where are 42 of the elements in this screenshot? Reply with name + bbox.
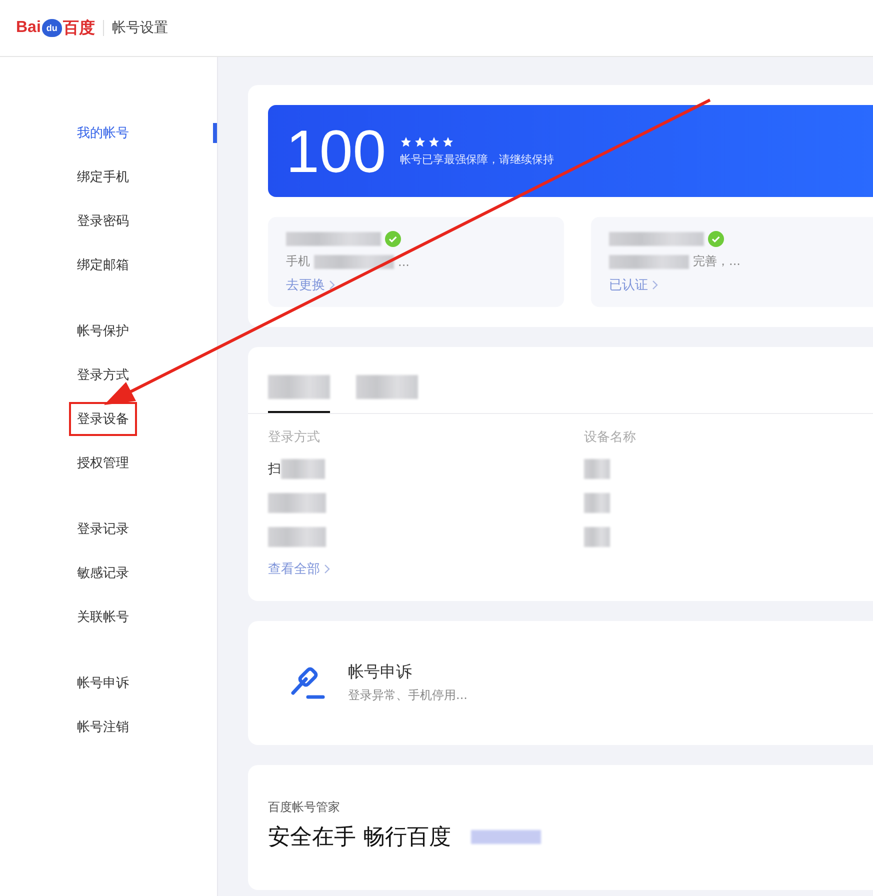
sidebar-item[interactable]: 登录记录 — [77, 520, 129, 538]
tab[interactable] — [268, 375, 330, 413]
security-score: 100 — [286, 116, 386, 186]
column-header: 设备名称 — [584, 429, 637, 446]
blurred-text — [584, 527, 610, 547]
sidebar-item[interactable]: 我的帐号 — [77, 124, 129, 142]
blurred-text — [268, 527, 326, 547]
page-title: 帐号设置 — [112, 19, 168, 37]
star-icon — [414, 136, 426, 148]
sidebar-item[interactable]: 登录密码 — [77, 212, 129, 230]
blurred-text — [281, 459, 325, 479]
blurred-text — [584, 459, 610, 479]
blurred-text — [268, 493, 326, 513]
sidebar-item[interactable]: 关联帐号 — [77, 608, 129, 626]
info-text: 手机 — [286, 253, 310, 270]
chevron-right-icon — [652, 280, 658, 290]
star-icon — [442, 136, 454, 148]
chevron-right-icon — [324, 564, 330, 574]
appeal-subtitle: 登录异常、手机停用... — [348, 687, 468, 704]
star-icon — [428, 136, 440, 148]
active-indicator — [213, 123, 217, 143]
info-text: 完善，... — [693, 253, 740, 270]
info-text: ... — [398, 254, 410, 268]
sidebar-item[interactable]: 登录方式 — [77, 366, 129, 384]
blurred-text — [584, 493, 610, 513]
baidu-logo: Bai du 百度 — [16, 18, 95, 38]
sidebar-item[interactable]: 帐号申诉 — [77, 674, 129, 692]
chevron-right-icon — [329, 280, 335, 290]
table-cell-text: 扫 — [268, 461, 281, 478]
sidebar-item[interactable]: 帐号注销 — [77, 718, 129, 736]
column-header: 登录方式 — [268, 429, 321, 446]
score-message: 帐号已享最强保障，请继续保持 — [400, 152, 554, 166]
promo-label: 百度帐号管家 — [268, 799, 341, 816]
sidebar-item[interactable]: 敏感记录 — [77, 564, 129, 582]
sidebar-item[interactable]: 绑定手机 — [77, 168, 129, 186]
appeal-title: 帐号申诉 — [348, 662, 413, 683]
promo-headline: 安全在手 畅行百度 — [268, 824, 451, 852]
sidebar-item[interactable]: 帐号保护 — [77, 322, 129, 340]
sidebar-item[interactable]: 绑定邮箱 — [77, 256, 129, 274]
sidebar-item[interactable]: 授权管理 — [77, 454, 129, 472]
star-icon — [400, 136, 412, 148]
blurred-text — [471, 830, 541, 844]
